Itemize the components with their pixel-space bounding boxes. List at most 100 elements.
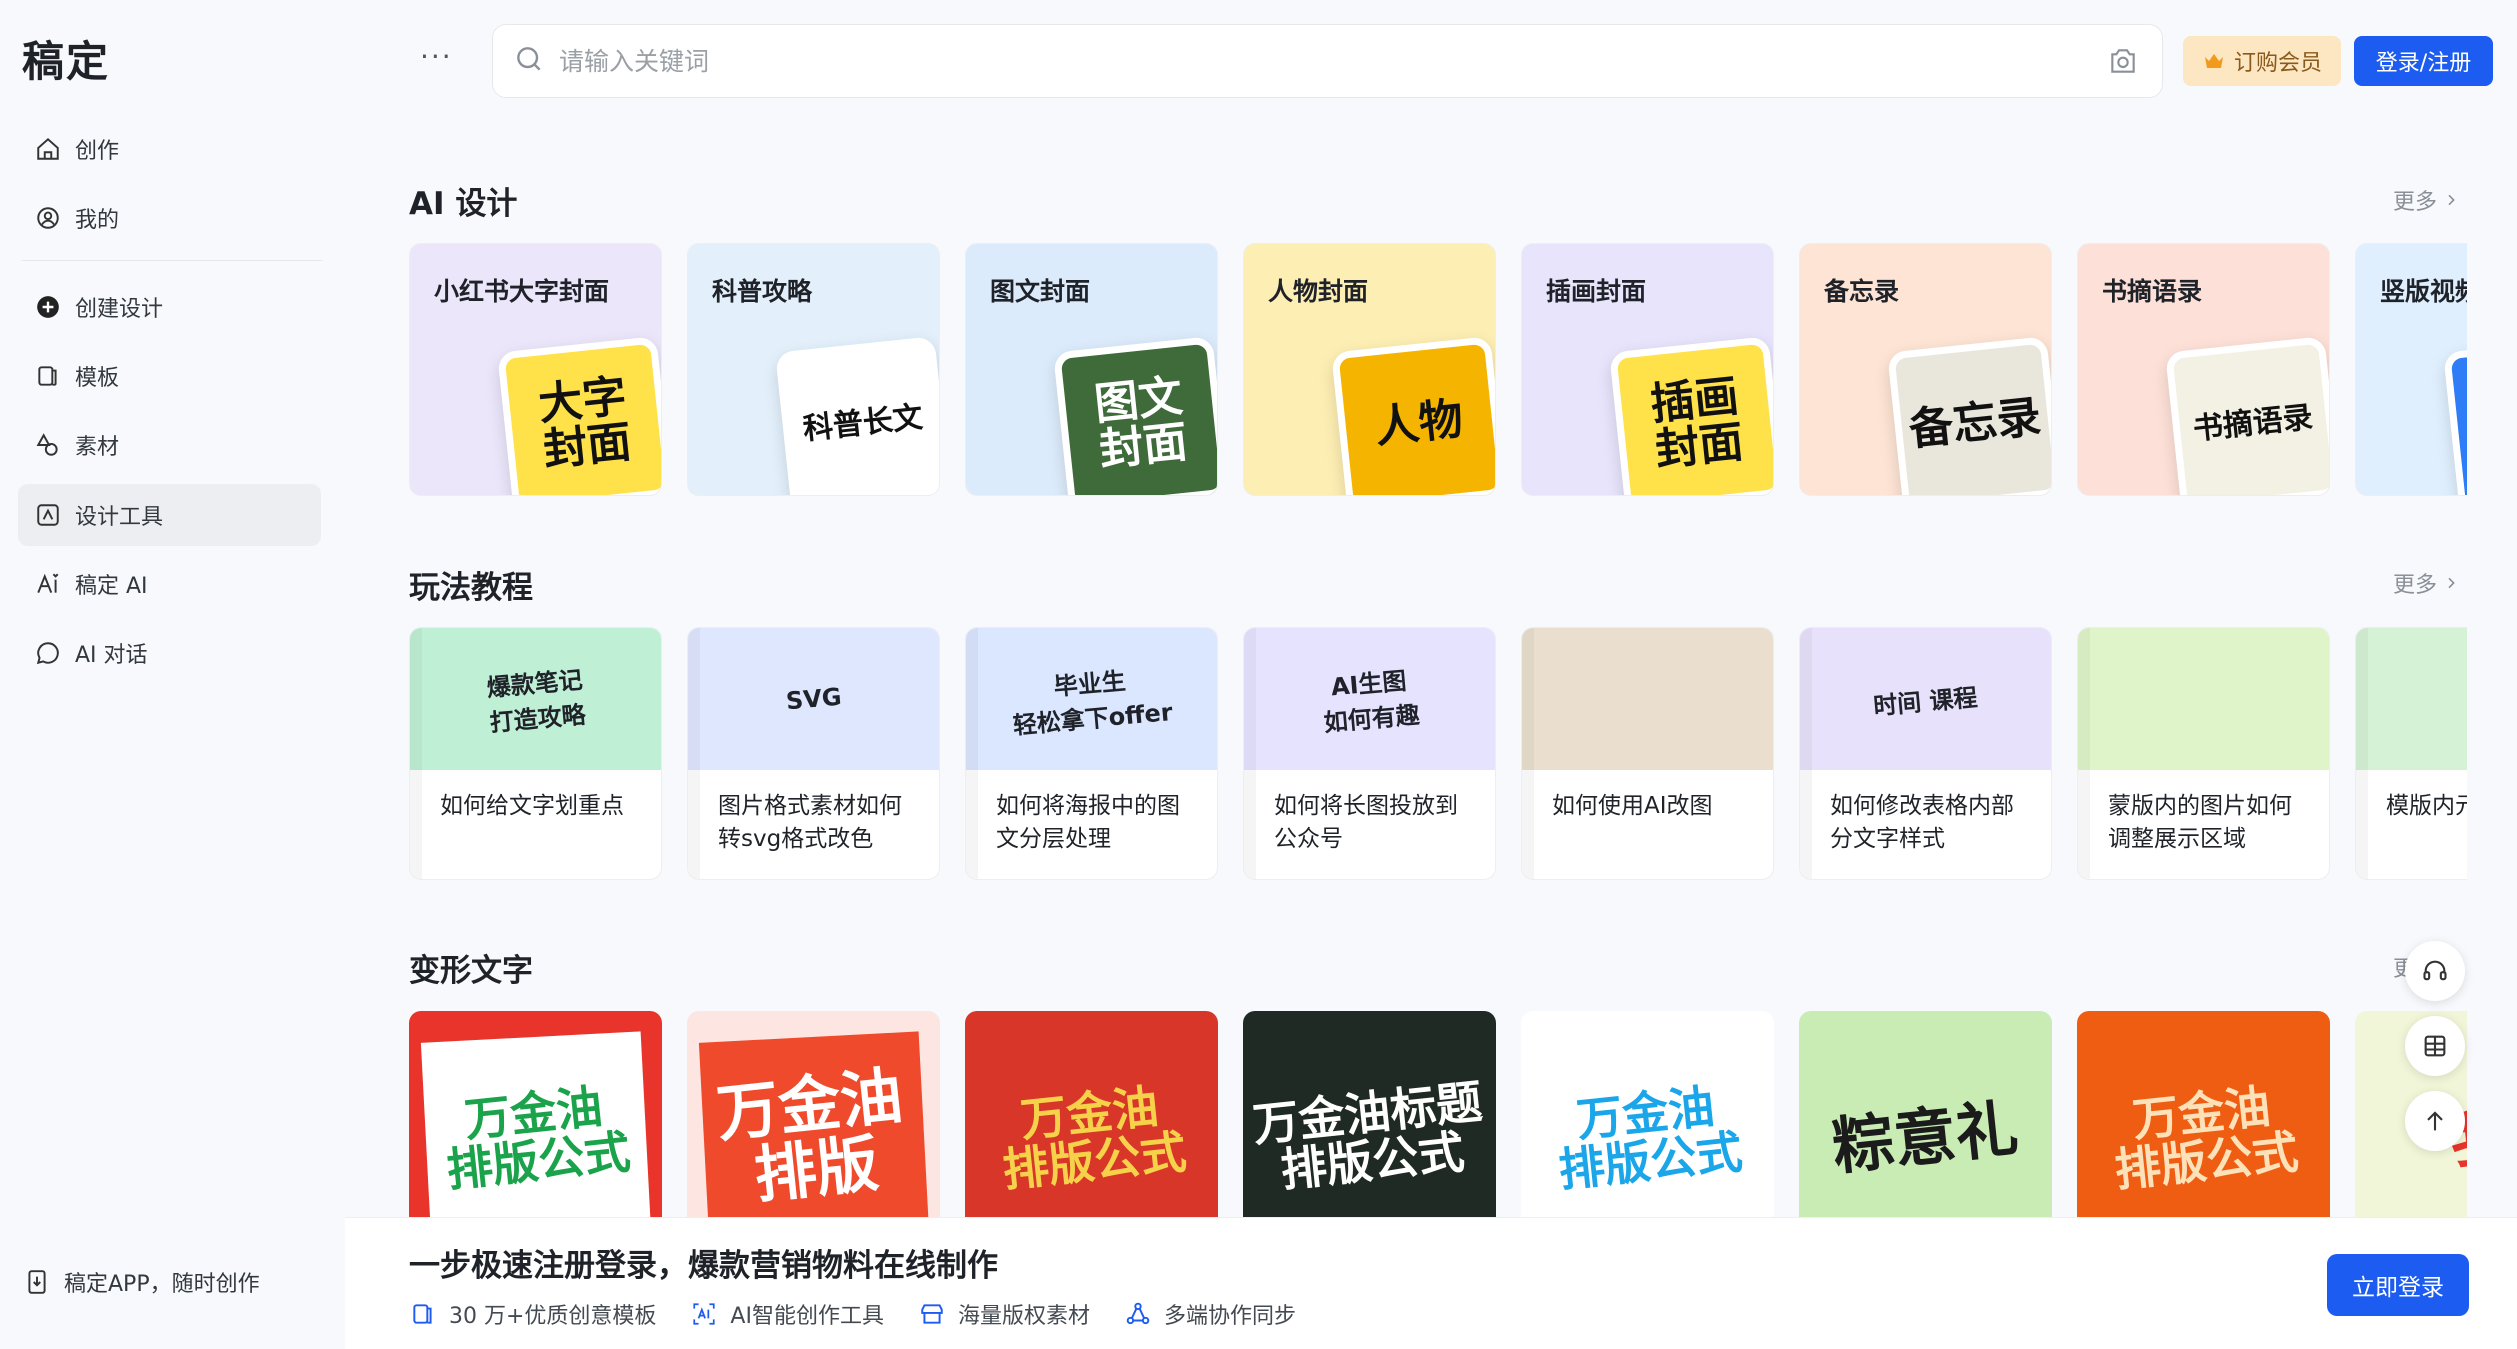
ai-card-artwork: 图文 封面: [1053, 336, 1217, 495]
sidebar-item-mine[interactable]: 我的: [18, 187, 321, 249]
ai-design-card[interactable]: 人物封面 人物: [1243, 243, 1496, 496]
vip-label: 订购会员: [2233, 51, 2322, 76]
app-logo[interactable]: 稿定: [22, 28, 110, 89]
tutorial-card[interactable]: 时间 课程 如何修改表格内部分文字样式: [1799, 627, 2052, 880]
sidebar-item-templates[interactable]: 模板: [18, 345, 321, 407]
tutorials-row: 爆款笔记 打造攻略 如何给文字划重点 SVG 图片格式素材如何转svg格式改色 毕业生 …: [409, 627, 2467, 880]
tutorial-card[interactable]: 如何使用AI改图: [1521, 627, 1774, 880]
back-to-top-button[interactable]: [2405, 1091, 2465, 1151]
arrow-up-icon: [2427, 1111, 2443, 1131]
ai-design-card[interactable]: 竖版视频: [2355, 243, 2467, 496]
tutorial-caption: 如何使用AI改图: [1552, 793, 1713, 819]
text-effect-sample: 万金油 排版公式: [2111, 1079, 2301, 1198]
tutorial-card[interactable]: AI生图 如何有趣如何将长图投放到公众号: [1243, 627, 1496, 880]
ai-design-card[interactable]: 小红书大字封面大字 封面: [409, 243, 662, 496]
feature-label: 30 万+优质创意模板: [449, 1304, 657, 1329]
section-title-tutorials: 玩法教程: [409, 570, 533, 606]
sidebar-item-label: 模板: [75, 366, 120, 391]
feature-materials: 海量版权素材: [918, 1298, 1090, 1330]
ai-design-card[interactable]: 科普攻略科普长文: [687, 243, 940, 496]
text-effects-row: 万金油 排版公式 万金油 排版 万金油 排版公式 万金油标题 排版公式 万金油 排版公式…: [409, 1011, 2467, 1217]
ai-card-artwork: 插画 封面: [1609, 336, 1773, 495]
text-effect-sample: 万金油 排版公式: [999, 1079, 1189, 1198]
sync-icon: [1124, 1300, 1152, 1328]
ai-card-label: 备忘录: [1824, 277, 1900, 306]
sidebar-item-create[interactable]: 创作: [18, 118, 321, 180]
banner-title: 一步极速注册登录，爆款营销物料在线制作: [409, 1248, 998, 1284]
subscribe-vip-button[interactable]: 订购会员: [2183, 36, 2341, 86]
home-icon: [33, 134, 63, 164]
ai-card-art-text: 插画 封面: [1648, 370, 1746, 477]
ai-design-card[interactable]: 书摘语录 书摘语录: [2077, 243, 2330, 496]
ai-card-label: 人物封面: [1268, 277, 1369, 306]
text-effect-card[interactable]: 万金油标题 排版公式: [1243, 1011, 1496, 1217]
tutorial-thumbnail: AI生图 如何有趣: [1244, 628, 1495, 770]
ai-card-artwork: [2443, 336, 2467, 495]
plus-circle-icon: [33, 292, 63, 322]
ai-card-art-text: 书摘语录: [2191, 400, 2315, 448]
tutorial-caption: 如何将长图投放到公众号: [1274, 793, 1458, 853]
login-now-button[interactable]: 立即登录: [2327, 1254, 2469, 1316]
feature-label: AI智能创作工具: [730, 1304, 884, 1329]
tutorial-thumbnail: [2356, 628, 2467, 770]
store-icon: [918, 1300, 946, 1328]
feature-label: 海量版权素材: [957, 1304, 1090, 1329]
tutorial-caption: 蒙版内的图片如何调整展示区域: [2108, 793, 2292, 853]
more-link-ai-design[interactable]: 更多: [2393, 184, 2459, 216]
crown-icon: [2202, 49, 2226, 73]
search-bar: [492, 24, 2163, 98]
sidebar-item-gaoding-ai[interactable]: 稿定 AI: [18, 553, 321, 615]
tutorial-card[interactable]: 毕业生 轻松拿下offer 如何将海报中的图文分层处理: [965, 627, 1218, 880]
ai-card-label: 小红书大字封面: [434, 277, 610, 306]
tutorial-card[interactable]: 爆款笔记 打造攻略如何给文字划重点: [409, 627, 662, 880]
text-effect-card[interactable]: 万金油 排版公式: [965, 1011, 1218, 1217]
chevron-right-icon: [2448, 194, 2455, 206]
sidebar-item-label: 设计工具: [75, 505, 164, 530]
ai-design-card[interactable]: 图文封面 图文 封面: [965, 243, 1218, 496]
sidebar-divider: [22, 260, 322, 261]
guide-book-button[interactable]: [2405, 1016, 2465, 1076]
ai-card-artwork: 科普长文: [775, 336, 939, 495]
chat-icon: [33, 638, 63, 668]
text-effect-card[interactable]: 万金油 排版公式: [2077, 1011, 2330, 1217]
login-register-button[interactable]: 登录/注册: [2354, 36, 2493, 86]
ai-card-art-text: 备忘录: [1906, 391, 2044, 456]
sidebar-item-label: 创建设计: [75, 297, 164, 322]
ai-design-card[interactable]: 备忘录 备忘录: [1799, 243, 2052, 496]
customer-service-button[interactable]: [2405, 941, 2465, 1001]
tutorial-thumb-text: 爆款笔记 打造攻略: [485, 665, 587, 738]
book-icon: [2424, 1035, 2446, 1057]
search-input[interactable]: [559, 46, 2102, 76]
ai-card-label: 科普攻略: [712, 277, 813, 306]
tutorial-caption: 图片格式素材如何转svg格式改色: [718, 793, 902, 853]
tutorial-caption: 如何给文字划重点: [440, 793, 624, 819]
tutorial-thumbnail: 爆款笔记 打造攻略: [410, 628, 661, 770]
sidebar-item-ai-chat[interactable]: AI 对话: [18, 622, 321, 684]
text-effect-card[interactable]: 万金油 排版: [687, 1011, 940, 1217]
sidebar-item-materials[interactable]: 素材: [18, 414, 321, 476]
tutorial-thumbnail: [1522, 628, 1773, 770]
ai-design-card[interactable]: 插画封面 插画 封面: [1521, 243, 1774, 496]
ai-card-art-text: 科普长文: [801, 400, 925, 448]
ai-card-artwork: 书摘语录: [2165, 336, 2329, 495]
tutorial-card[interactable]: 模版内元找相似: [2355, 627, 2467, 880]
text-effect-card[interactable]: 万金油 排版公式: [1521, 1011, 1774, 1217]
sidebar-item-design-tools[interactable]: 设计工具: [18, 484, 321, 546]
download-app-link[interactable]: 稿定APP，随时创作: [22, 1266, 260, 1298]
more-link-tutorials[interactable]: 更多: [2393, 567, 2459, 599]
sidebar-item-label: 我的: [75, 208, 120, 233]
tutorial-card[interactable]: SVG 图片格式素材如何转svg格式改色: [687, 627, 940, 880]
sidebar-item-create-design[interactable]: 创建设计: [18, 276, 321, 338]
ai-icon: [33, 569, 63, 599]
section-title-text-effects: 变形文字: [409, 953, 533, 989]
camera-icon[interactable]: [2102, 40, 2144, 82]
text-effect-card[interactable]: 粽意礼: [1799, 1011, 2052, 1217]
download-icon: [22, 1267, 52, 1297]
text-effect-card[interactable]: 万金油 排版公式: [409, 1011, 662, 1217]
ai-card-artwork: 大字 封面: [497, 336, 661, 495]
ai-card-art-text: 图文 封面: [1092, 370, 1190, 477]
tutorial-card[interactable]: 蒙版内的图片如何调整展示区域: [2077, 627, 2330, 880]
feature-sync: 多端协作同步: [1124, 1298, 1296, 1330]
more-menu-button[interactable]: ···: [420, 40, 453, 73]
register-banner: 一步极速注册登录，爆款营销物料在线制作 30 万+优质创意模板 AI智能创作工具…: [345, 1217, 2517, 1349]
